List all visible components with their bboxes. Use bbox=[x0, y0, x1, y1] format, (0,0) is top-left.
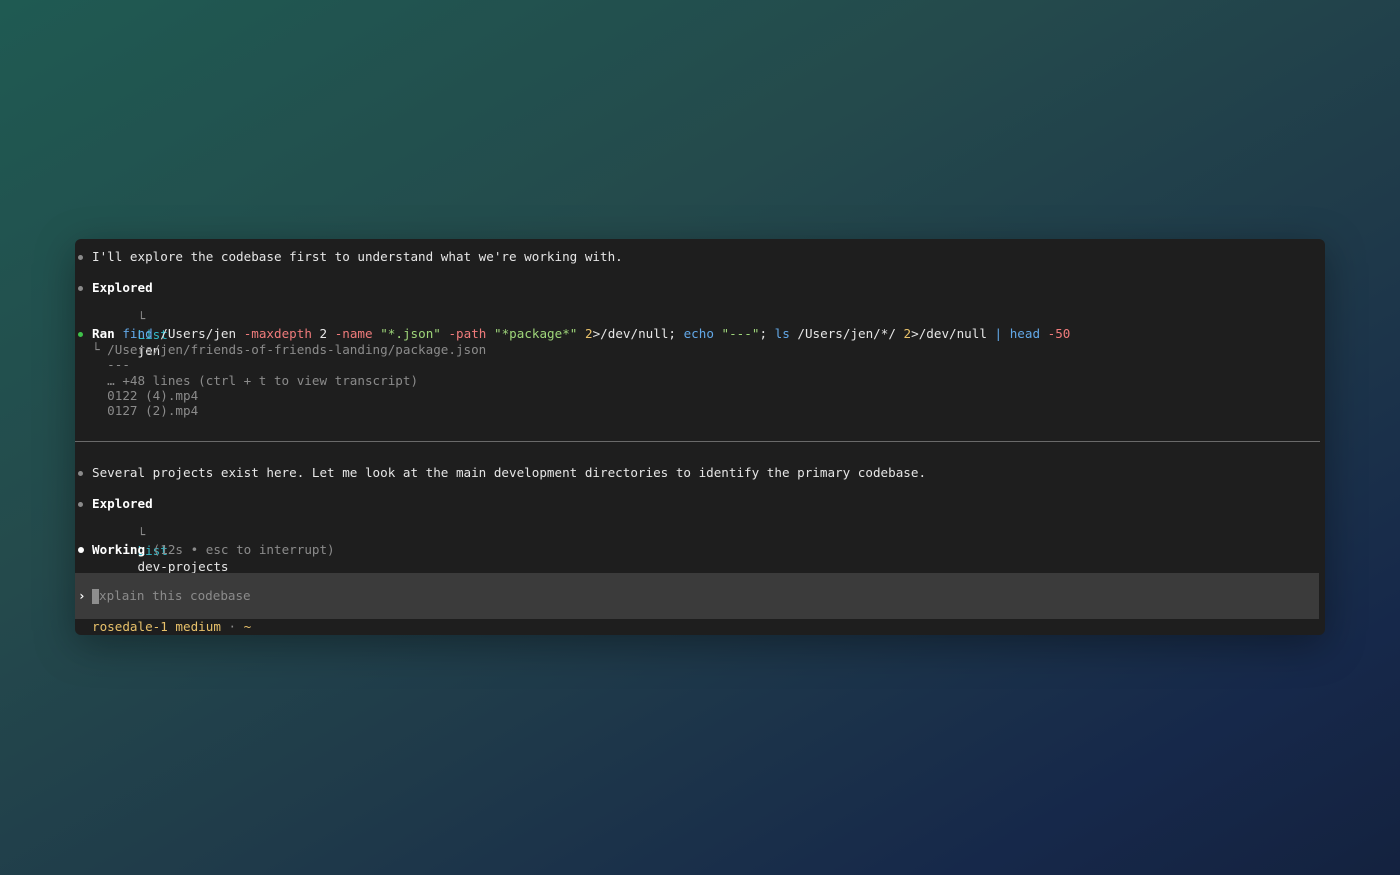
section-divider bbox=[75, 441, 1320, 442]
cmd-token: "*.json" bbox=[380, 326, 441, 341]
ran-label: Ran bbox=[92, 326, 115, 341]
working-detail: (12s • esc to interrupt) bbox=[152, 542, 335, 557]
cmd-token: -50 bbox=[1047, 326, 1071, 341]
cmd-token: 2 bbox=[584, 326, 593, 341]
status-separator: · bbox=[220, 619, 244, 634]
text-cursor bbox=[92, 589, 99, 604]
success-bullet-icon bbox=[78, 332, 83, 337]
cmd-token: echo bbox=[683, 326, 714, 341]
working-directory: ~ bbox=[243, 619, 252, 634]
status-bar: rosedale-1 medium · ~ bbox=[92, 619, 251, 635]
tree-branch-icon: └ bbox=[137, 311, 146, 326]
prompt-input[interactable]: › xplain this codebase bbox=[75, 573, 1319, 619]
ran-command: Ran find /Users/jen -maxdepth 2 -name "*… bbox=[75, 326, 1070, 342]
bullet-icon bbox=[78, 255, 83, 260]
message-text: I'll explore the codebase first to under… bbox=[92, 249, 623, 264]
explored-header: Explored bbox=[75, 496, 153, 512]
message-text: Several projects exist here. Let me look… bbox=[92, 465, 927, 480]
action-target: dev-projects bbox=[137, 559, 229, 574]
cmd-token: | bbox=[994, 326, 1003, 341]
message-several: Several projects exist here. Let me look… bbox=[75, 465, 926, 481]
output-line: └ /Users/jen/friends-of-friends-landing/… bbox=[92, 342, 487, 357]
bullet-icon bbox=[78, 502, 83, 507]
cmd-token: ls bbox=[774, 326, 790, 341]
output-line: 0122 (4).mp4 bbox=[92, 388, 199, 403]
cmd-token: "*package*" bbox=[493, 326, 578, 341]
cmd-token: >/dev/null; bbox=[592, 326, 684, 341]
cmd-token bbox=[486, 326, 494, 341]
terminal-window: I'll explore the codebase first to under… bbox=[75, 239, 1325, 635]
output-line: --- bbox=[92, 357, 130, 372]
explored-item: └ List jen bbox=[75, 295, 168, 358]
cmd-token: head bbox=[1009, 326, 1041, 341]
output-line: … +48 lines (ctrl + t to view transcript… bbox=[92, 373, 419, 388]
cmd-token bbox=[577, 326, 585, 341]
cmd-token bbox=[1040, 326, 1048, 341]
cmd-token: find bbox=[122, 326, 153, 341]
bullet-icon bbox=[78, 471, 83, 476]
cmd-token: /Users/jen/*/ bbox=[789, 326, 904, 341]
explored-item: └ List dev-projects bbox=[75, 511, 229, 574]
cmd-token: -maxdepth bbox=[243, 326, 312, 341]
model-name: rosedale-1 medium bbox=[92, 619, 221, 634]
cmd-token: >/dev/null bbox=[911, 326, 995, 341]
cmd-token: -name bbox=[334, 326, 373, 341]
cmd-token bbox=[714, 326, 722, 341]
cmd-token: "---" bbox=[721, 326, 760, 341]
tree-branch-icon: └ bbox=[137, 527, 146, 542]
working-status: Working (12s • esc to interrupt) bbox=[75, 542, 335, 558]
working-bullet-icon bbox=[78, 547, 84, 553]
cmd-token: 2 bbox=[903, 326, 912, 341]
cmd-token: ; bbox=[759, 326, 775, 341]
cmd-token: /Users/jen bbox=[152, 326, 244, 341]
cmd-token bbox=[1002, 326, 1010, 341]
cmd-token: -path bbox=[448, 326, 487, 341]
prompt-chevron-icon: › bbox=[78, 588, 86, 603]
bullet-icon bbox=[78, 286, 83, 291]
input-placeholder: xplain this codebase bbox=[99, 588, 251, 603]
explored-title: Explored bbox=[92, 496, 153, 511]
working-label: Working bbox=[92, 542, 146, 557]
output-line: 0127 (2).mp4 bbox=[92, 403, 199, 418]
explored-header: Explored bbox=[75, 280, 153, 296]
cmd-token: 2 bbox=[311, 326, 335, 341]
message-intro: I'll explore the codebase first to under… bbox=[75, 249, 623, 265]
explored-title: Explored bbox=[92, 280, 153, 295]
